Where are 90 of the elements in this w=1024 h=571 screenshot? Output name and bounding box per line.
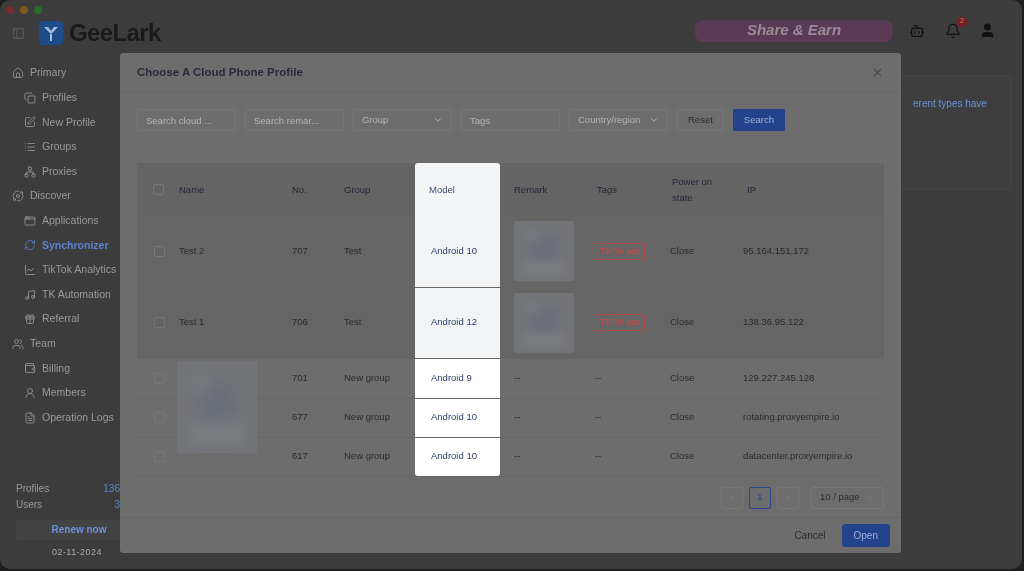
model-cell: Android 12 — [415, 287, 500, 358]
document-icon — [24, 411, 36, 424]
profile-number: 677 — [292, 411, 308, 423]
tags-text: -- — [595, 450, 602, 462]
tags-text: -- — [595, 411, 602, 423]
sidebar-item[interactable]: Referral — [12, 306, 150, 332]
model-cell: Android 10 — [415, 216, 500, 287]
column-header: No. — [278, 163, 330, 216]
gift-icon — [24, 313, 36, 326]
sidebar-item[interactable]: Proxies — [12, 159, 150, 184]
tag-badge: TikTok acc — [595, 242, 645, 260]
expiry-date: 02-11-2024 — [51, 545, 103, 559]
column-header: Name — [165, 163, 278, 216]
chevron-down-icon — [433, 115, 443, 125]
column-header: Group — [330, 163, 415, 216]
filter-input[interactable]: Tags — [461, 109, 560, 131]
model-cell: Android 9 — [415, 358, 500, 398]
music-note-icon — [24, 288, 36, 301]
app-icon — [24, 214, 36, 227]
sidebar-item[interactable]: Operation Logs — [12, 405, 150, 430]
logo-icon — [39, 20, 63, 45]
profile-number: 701 — [292, 371, 308, 383]
copy-icon — [24, 91, 36, 104]
ip-address: datacenter.proxyempire.io — [743, 450, 853, 462]
power-state: Close — [670, 371, 695, 383]
sidebar-toggle-icon[interactable] — [12, 27, 25, 40]
remark-text: -- — [514, 450, 521, 462]
sidebar-item[interactable]: Groups — [12, 134, 150, 160]
stat-value: 136 — [103, 481, 120, 496]
user-icon — [24, 387, 36, 399]
dialog-title: Choose A Cloud Phone Profile — [137, 64, 303, 80]
sidebar-item[interactable]: Profiles — [12, 85, 150, 111]
group-name: New group — [344, 411, 390, 423]
close-icon[interactable] — [871, 66, 884, 79]
column-header: Remark — [500, 163, 583, 216]
ip-address: 129.227.245.128 — [743, 371, 815, 383]
column-header: IP — [733, 163, 884, 216]
sidebar-item[interactable]: TK Automation — [12, 282, 150, 307]
robot-icon[interactable] — [909, 22, 925, 39]
group-name: New group — [344, 450, 390, 462]
edit-icon — [24, 116, 36, 129]
power-state: Close — [670, 450, 695, 462]
group-name: New group — [344, 371, 390, 383]
remark-text: -- — [514, 411, 521, 423]
open-button[interactable]: Open — [841, 524, 890, 547]
network-icon — [24, 165, 36, 178]
sidebar-section-title: Discover — [30, 188, 71, 204]
model-cell: Android 10 — [415, 437, 500, 476]
chevron-down-icon — [649, 115, 659, 125]
share-earn-banner[interactable]: Share & Earn — [695, 19, 893, 42]
column-header: Tags — [583, 163, 658, 216]
ip-address: 95.164.151.172 — [743, 245, 810, 257]
stat-label: Users — [16, 497, 43, 512]
profile-number: 617 — [292, 450, 308, 462]
column-header: Power on state — [658, 163, 733, 216]
ip-address: 138.36.95.122 — [743, 316, 804, 328]
remark-text: -- — [514, 371, 521, 383]
ip-address: rotating.proxyempire.io — [743, 411, 840, 423]
users-icon — [12, 337, 24, 350]
stat-label: Profiles — [16, 481, 50, 496]
notification-icon[interactable] — [945, 22, 961, 39]
cancel-button[interactable]: Cancel — [794, 528, 826, 543]
wallet-icon — [24, 362, 36, 375]
filter-input[interactable]: Search cloud ... — [137, 109, 236, 131]
reset-button[interactable]: Reset — [677, 109, 724, 131]
tag-badge: TikTok acc — [595, 314, 645, 331]
column-header: Model — [415, 163, 500, 216]
page-size-select[interactable]: 10 / page — [811, 486, 884, 509]
stat-value: 3 — [114, 497, 120, 512]
sync-icon — [24, 239, 36, 252]
account-icon[interactable] — [979, 22, 996, 39]
background-text: erent types have — [913, 98, 987, 109]
sidebar-section-title: Primary — [30, 65, 67, 81]
sidebar-item[interactable]: Applications — [12, 208, 150, 234]
sidebar-item[interactable]: TikTok Analytics — [12, 257, 150, 283]
model-cell: Android 10 — [415, 398, 500, 437]
filter-select[interactable]: Group — [353, 109, 452, 131]
filter-input[interactable]: Search remar... — [245, 109, 344, 131]
sidebar-item[interactable]: Billing — [12, 356, 150, 381]
list-icon — [24, 141, 36, 154]
sidebar-item[interactable]: Synchronizer — [12, 233, 150, 258]
chart-icon — [24, 264, 36, 277]
search-button[interactable]: Search — [732, 109, 785, 131]
sidebar-section-title: Team — [30, 335, 56, 351]
sidebar-item[interactable]: Members — [12, 380, 150, 406]
power-state: Close — [670, 411, 695, 423]
planet-icon — [12, 190, 24, 203]
tags-text: -- — [595, 371, 602, 383]
filter-select[interactable]: Country/region — [569, 109, 668, 131]
home-icon — [12, 67, 24, 80]
